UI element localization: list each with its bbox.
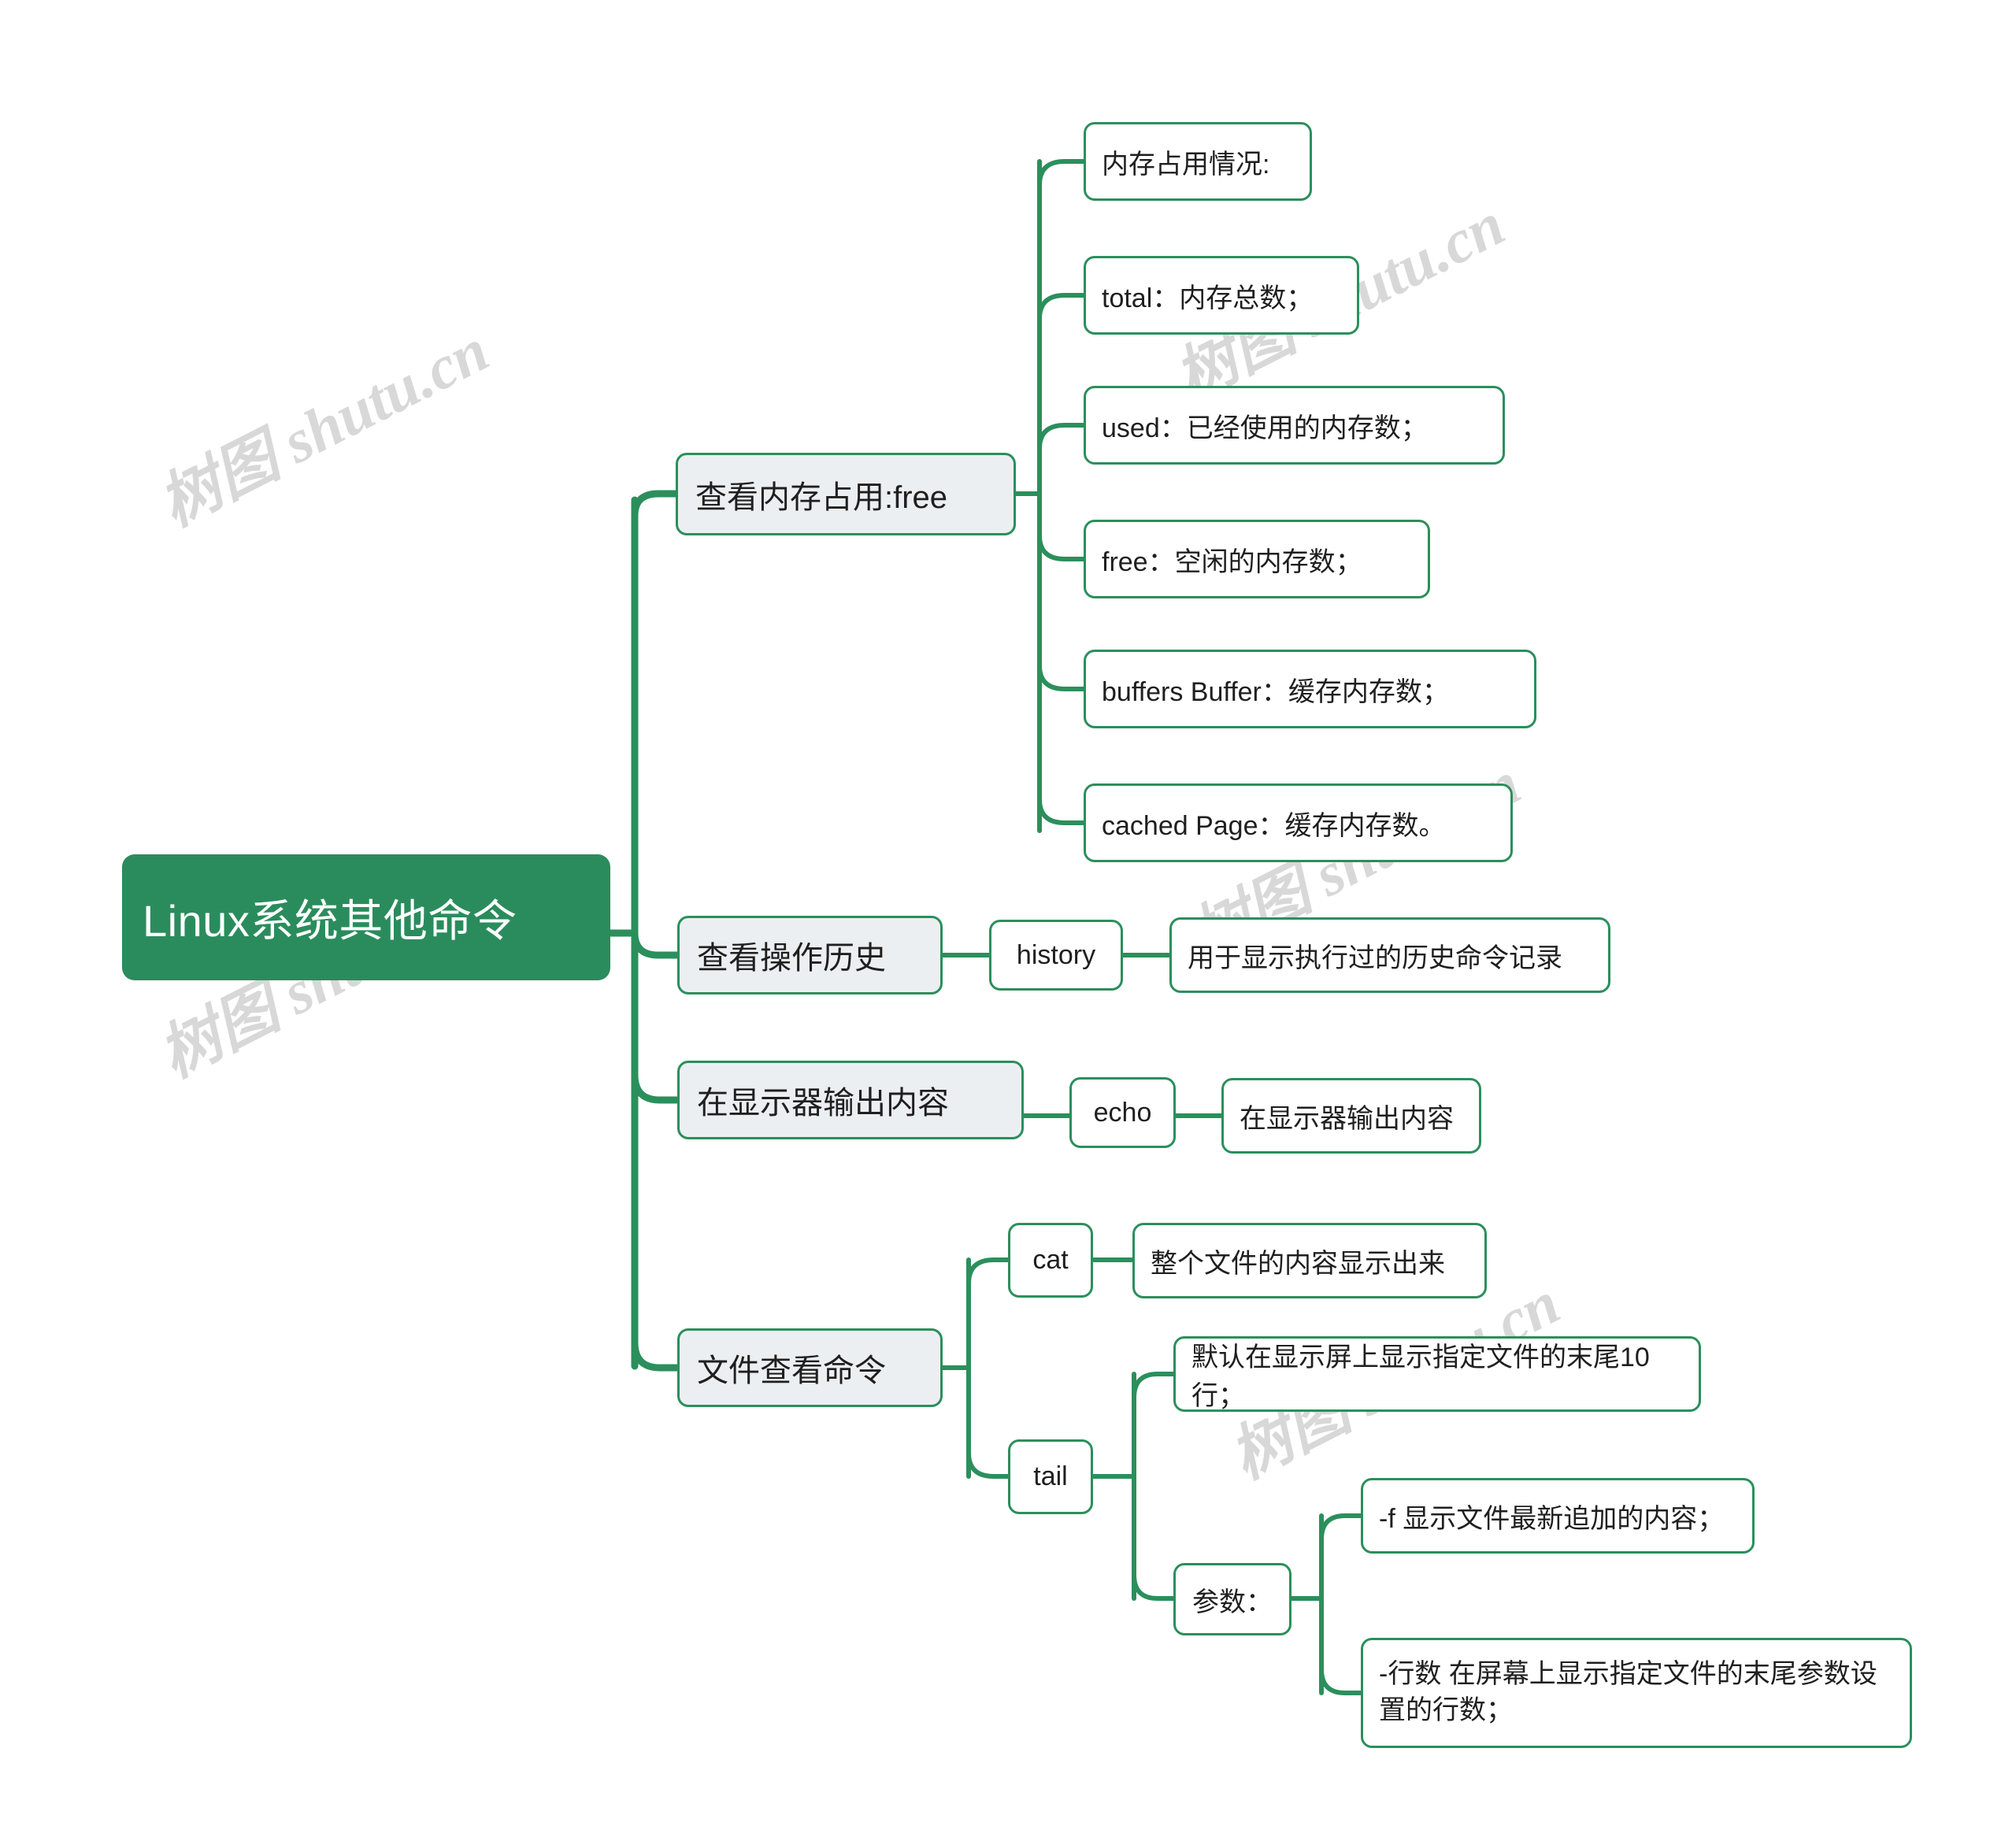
branch-node-history-label: 查看操作历史 xyxy=(697,941,886,976)
leaf-node-tail-param-n[interactable]: -行数 在屏幕上显示指定文件的末尾参数设置的行数； xyxy=(1361,1638,1912,1748)
command-node-tail-label: tail xyxy=(1033,1461,1068,1491)
branch-node-fileview[interactable]: 文件查看命令 xyxy=(677,1328,943,1407)
leaf-node-buffers[interactable]: buffers Buffer：缓存内存数； xyxy=(1084,650,1536,728)
leaf-node-total[interactable]: total：内存总数； xyxy=(1084,256,1359,335)
connector-fileview-cat xyxy=(966,1257,1012,1286)
leaf-node-tail-desc-label: 默认在显示屏上显示指定文件的末尾10行； xyxy=(1191,1343,1650,1411)
branch-node-free[interactable]: 查看内存占用:free xyxy=(676,453,1016,535)
leaf-node-free[interactable]: free：空闲的内存数； xyxy=(1084,520,1430,598)
branch-node-echo-label: 在显示器输出内容 xyxy=(697,1086,949,1120)
leaf-node-tail-param-f-label: -f 显示文件最新追加的内容； xyxy=(1379,1503,1725,1534)
leaf-node-cached-label: cached Page：缓存内存数。 xyxy=(1102,810,1446,841)
connector-free-leaf-2 xyxy=(1037,293,1088,321)
leaf-node-cached[interactable]: cached Page：缓存内存数。 xyxy=(1084,783,1513,862)
leaf-node-buffers-label: buffers Buffer：缓存内存数； xyxy=(1102,676,1449,707)
command-node-cat[interactable]: cat xyxy=(1008,1223,1093,1298)
leaf-node-used-label: used：已经使用的内存数； xyxy=(1102,413,1428,443)
leaf-node-free-label: free：空闲的内存数； xyxy=(1102,546,1362,577)
leaf-node-memory-usage[interactable]: 内存占用情况: xyxy=(1084,122,1312,201)
connector-trunk-free xyxy=(631,490,681,520)
command-node-echo-label: echo xyxy=(1093,1097,1152,1128)
root-node[interactable]: Linux系统其他命令 xyxy=(122,854,610,980)
leaf-node-history-desc[interactable]: 用于显示执行过的历史命令记录 xyxy=(1169,917,1610,993)
connector-free-leaf-1 xyxy=(1037,159,1088,187)
connector-free-leaf-5 xyxy=(1037,663,1088,691)
branch-node-history[interactable]: 查看操作历史 xyxy=(677,916,943,994)
branch-node-free-label: 查看内存占用:free xyxy=(695,480,948,515)
connector-free-leaf-6 xyxy=(1037,797,1088,825)
leaf-node-tail-desc[interactable]: 默认在显示屏上显示指定文件的末尾10行； xyxy=(1173,1336,1701,1412)
connector-params-n xyxy=(1319,1667,1365,1695)
connector-free-leaf-4 xyxy=(1037,533,1088,561)
connector-trunk-fileview xyxy=(631,1339,683,1372)
leaf-node-used[interactable]: used：已经使用的内存数； xyxy=(1084,386,1505,465)
node-tail-params[interactable]: 参数： xyxy=(1173,1563,1292,1635)
watermark-text: 树图 shutu.cn xyxy=(148,315,499,539)
leaf-node-total-label: total：内存总数； xyxy=(1102,283,1314,313)
command-node-echo[interactable]: echo xyxy=(1069,1077,1176,1148)
connector-tail-params xyxy=(1132,1572,1177,1601)
leaf-node-echo-desc[interactable]: 在显示器输出内容 xyxy=(1221,1078,1481,1154)
leaf-node-cat-desc-label: 整个文件的内容显示出来 xyxy=(1151,1248,1445,1279)
branch-node-fileview-label: 文件查看命令 xyxy=(697,1354,886,1388)
root-node-label: Linux系统其他命令 xyxy=(143,895,517,946)
leaf-node-memory-usage-label: 内存占用情况: xyxy=(1102,149,1270,180)
leaf-node-tail-param-f[interactable]: -f 显示文件最新追加的内容； xyxy=(1361,1478,1755,1554)
node-tail-params-label: 参数： xyxy=(1192,1587,1273,1617)
command-node-history[interactable]: history xyxy=(989,920,1123,991)
leaf-node-history-desc-label: 用于显示执行过的历史命令记录 xyxy=(1188,943,1562,973)
connector-trunk-history xyxy=(631,929,683,959)
branch-node-echo[interactable]: 在显示器输出内容 xyxy=(677,1061,1024,1139)
mindmap-canvas: 树图 shutu.cn 树图 shutu.cn 树图 shutu.cn 树图 s… xyxy=(0,0,2016,1826)
connector-fileview-tail xyxy=(966,1450,1012,1479)
command-node-tail[interactable]: tail xyxy=(1008,1439,1093,1514)
leaf-node-tail-param-n-label: -行数 在屏幕上显示指定文件的末尾参数设置的行数； xyxy=(1379,1659,1877,1725)
leaf-node-echo-desc-label: 在显示器输出内容 xyxy=(1240,1103,1454,1134)
command-node-cat-label: cat xyxy=(1032,1245,1069,1275)
connector-free-leaf-3 xyxy=(1037,423,1088,451)
connector-tail-desc xyxy=(1132,1372,1177,1400)
connector-params-f xyxy=(1319,1513,1365,1542)
connector-trunk-echo xyxy=(631,1071,683,1104)
command-node-history-label: history xyxy=(1016,939,1096,970)
leaf-node-cat-desc[interactable]: 整个文件的内容显示出来 xyxy=(1132,1223,1487,1298)
